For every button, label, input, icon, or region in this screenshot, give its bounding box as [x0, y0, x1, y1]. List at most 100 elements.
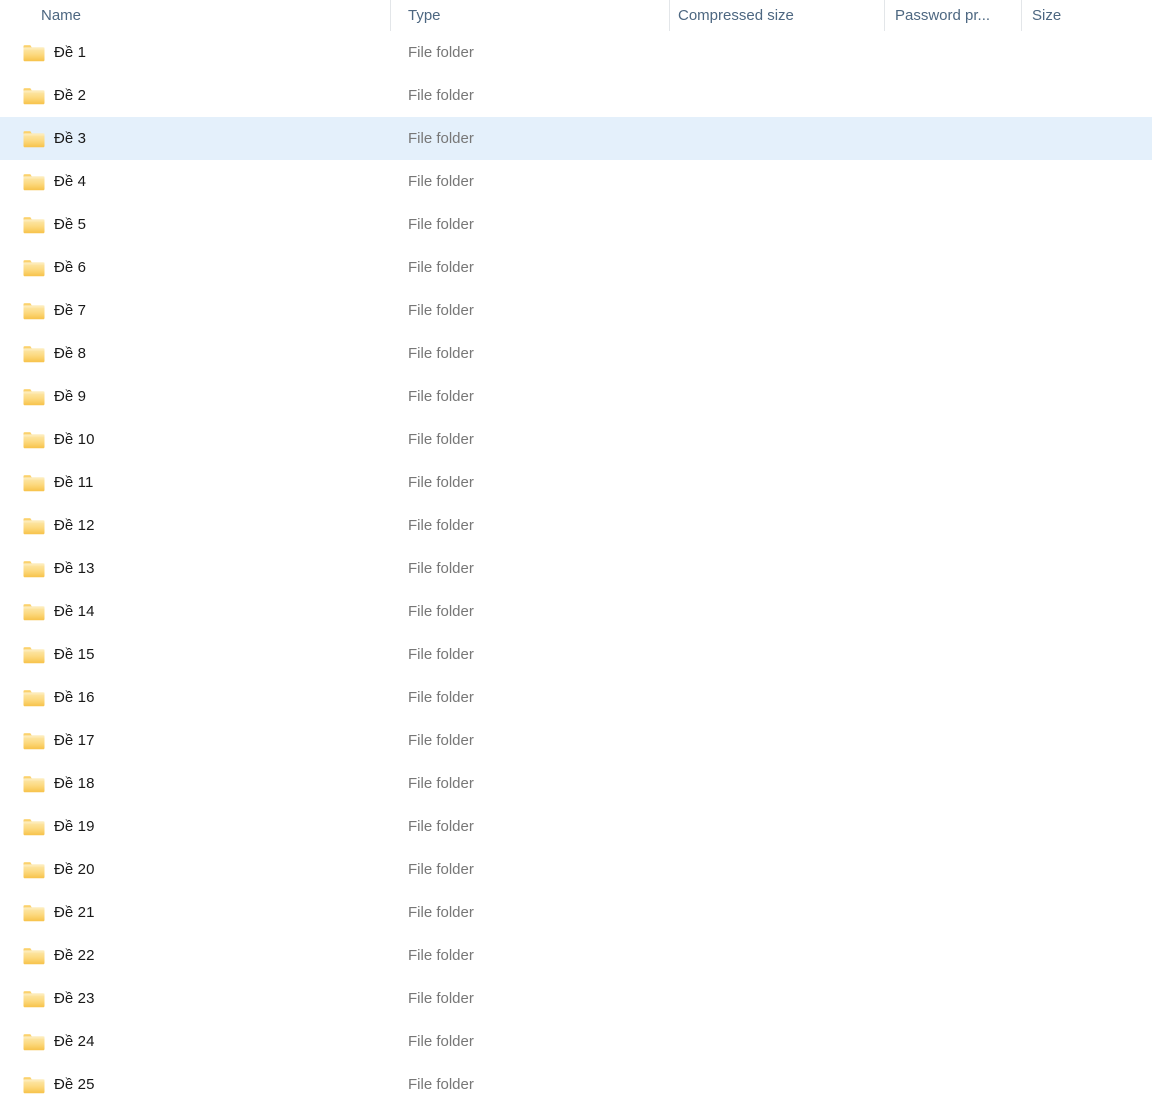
column-header-type[interactable]: Type: [408, 0, 441, 31]
cell-type: File folder: [408, 818, 474, 835]
cell-type: File folder: [408, 990, 474, 1007]
column-resize-handle-password[interactable]: [1021, 0, 1022, 31]
cell-type: File folder: [408, 560, 474, 577]
file-name-label: Đề 1: [54, 44, 87, 61]
cell-type: File folder: [408, 216, 474, 233]
file-name-label: Đề 24: [54, 1033, 95, 1050]
table-row[interactable]: Đề 2 File folder: [0, 74, 1152, 117]
cell-name[interactable]: Đề 22: [23, 934, 95, 977]
file-name-label: Đề 6: [54, 259, 87, 276]
table-row[interactable]: Đề 6 File folder: [0, 246, 1152, 289]
cell-name[interactable]: Đề 21: [23, 891, 95, 934]
column-resize-handle-type[interactable]: [669, 0, 670, 31]
cell-type: File folder: [408, 259, 474, 276]
folder-icon: [23, 732, 45, 750]
table-row[interactable]: Đề 7 File folder: [0, 289, 1152, 332]
file-name-label: Đề 4: [54, 173, 87, 190]
column-header-compressed[interactable]: Compressed size: [678, 0, 794, 31]
folder-icon: [23, 259, 45, 277]
cell-name[interactable]: Đề 20: [23, 848, 95, 891]
cell-name[interactable]: Đề 10: [23, 418, 95, 461]
cell-name[interactable]: Đề 23: [23, 977, 95, 1020]
cell-type: File folder: [408, 775, 474, 792]
file-name-label: Đề 18: [54, 775, 95, 792]
cell-name[interactable]: Đề 3: [23, 117, 86, 160]
cell-type: File folder: [408, 861, 474, 878]
cell-name[interactable]: Đề 8: [23, 332, 86, 375]
cell-name[interactable]: Đề 25: [23, 1063, 95, 1106]
table-row[interactable]: Đề 3 File folder: [0, 117, 1152, 160]
cell-type: File folder: [408, 87, 474, 104]
cell-name[interactable]: Đề 11: [23, 461, 93, 504]
cell-type: File folder: [408, 302, 474, 319]
cell-name[interactable]: Đề 13: [23, 547, 95, 590]
table-row[interactable]: Đề 18 File folder: [0, 762, 1152, 805]
file-name-label: Đề 11: [54, 474, 94, 491]
folder-icon: [23, 87, 45, 105]
file-name-label: Đề 25: [54, 1076, 95, 1093]
column-header-password[interactable]: Password pr...: [895, 0, 990, 31]
cell-name[interactable]: Đề 17: [23, 719, 95, 762]
column-resize-handle-name[interactable]: [390, 0, 391, 31]
table-row[interactable]: Đề 22 File folder: [0, 934, 1152, 977]
cell-name[interactable]: Đề 4: [23, 160, 86, 203]
cell-name[interactable]: Đề 1: [23, 31, 86, 74]
folder-icon: [23, 130, 45, 148]
table-row[interactable]: Đề 1 File folder: [0, 31, 1152, 74]
cell-name[interactable]: Đề 18: [23, 762, 95, 805]
file-name-label: Đề 3: [54, 130, 87, 147]
table-row[interactable]: Đề 23 File folder: [0, 977, 1152, 1020]
table-row[interactable]: Đề 20 File folder: [0, 848, 1152, 891]
cell-name[interactable]: Đề 7: [23, 289, 86, 332]
folder-icon: [23, 560, 45, 578]
table-row[interactable]: Đề 9 File folder: [0, 375, 1152, 418]
table-row[interactable]: Đề 14 File folder: [0, 590, 1152, 633]
cell-name[interactable]: Đề 19: [23, 805, 95, 848]
file-name-label: Đề 2: [54, 87, 87, 104]
folder-icon: [23, 990, 45, 1008]
file-name-label: Đề 10: [54, 431, 95, 448]
file-list[interactable]: Đề 1 File folder Đề 2 File folder Đề 3 File f…: [0, 31, 1152, 1106]
cell-name[interactable]: Đề 16: [23, 676, 95, 719]
cell-name[interactable]: Đề 14: [23, 590, 95, 633]
file-name-label: Đề 13: [54, 560, 95, 577]
cell-name[interactable]: Đề 6: [23, 246, 86, 289]
folder-icon: [23, 603, 45, 621]
cell-name[interactable]: Đề 2: [23, 74, 86, 117]
table-row[interactable]: Đề 8 File folder: [0, 332, 1152, 375]
table-row[interactable]: Đề 12 File folder: [0, 504, 1152, 547]
cell-type: File folder: [408, 431, 474, 448]
folder-icon: [23, 173, 45, 191]
cell-name[interactable]: Đề 15: [23, 633, 95, 676]
table-row[interactable]: Đề 24 File folder: [0, 1020, 1152, 1063]
cell-type: File folder: [408, 732, 474, 749]
cell-name[interactable]: Đề 12: [23, 504, 95, 547]
folder-icon: [23, 1033, 45, 1051]
cell-name[interactable]: Đề 5: [23, 203, 86, 246]
cell-type: File folder: [408, 173, 474, 190]
table-row[interactable]: Đề 15 File folder: [0, 633, 1152, 676]
table-row[interactable]: Đề 16 File folder: [0, 676, 1152, 719]
table-row[interactable]: Đề 17 File folder: [0, 719, 1152, 762]
table-row[interactable]: Đề 13 File folder: [0, 547, 1152, 590]
folder-icon: [23, 302, 45, 320]
table-row[interactable]: Đề 4 File folder: [0, 160, 1152, 203]
table-row[interactable]: Đề 25 File folder: [0, 1063, 1152, 1106]
table-row[interactable]: Đề 19 File folder: [0, 805, 1152, 848]
column-header-size[interactable]: Size: [1032, 0, 1061, 31]
table-row[interactable]: Đề 5 File folder: [0, 203, 1152, 246]
folder-icon: [23, 1076, 45, 1094]
cell-name[interactable]: Đề 24: [23, 1020, 95, 1063]
cell-name[interactable]: Đề 9: [23, 375, 86, 418]
cell-type: File folder: [408, 904, 474, 921]
table-row[interactable]: Đề 21 File folder: [0, 891, 1152, 934]
column-resize-handle-compressed[interactable]: [884, 0, 885, 31]
cell-type: File folder: [408, 130, 474, 147]
table-row[interactable]: Đề 10 File folder: [0, 418, 1152, 461]
folder-icon: [23, 861, 45, 879]
cell-type: File folder: [408, 1033, 474, 1050]
column-header-name[interactable]: Name: [41, 0, 81, 31]
folder-icon: [23, 388, 45, 406]
table-row[interactable]: Đề 11 File folder: [0, 461, 1152, 504]
file-name-label: Đề 17: [54, 732, 95, 749]
